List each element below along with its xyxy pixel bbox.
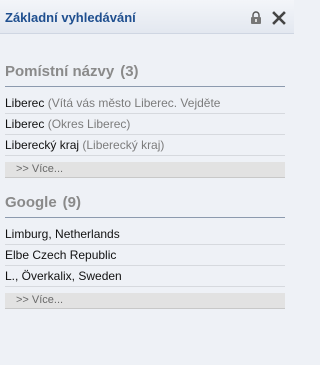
- result-name: Elbe Czech Republic: [5, 248, 117, 262]
- result-detail: (Vítá vás město Liberec. Vejděte: [47, 96, 221, 110]
- lock-icon[interactable]: [250, 11, 262, 24]
- section-title: Google: [5, 194, 57, 211]
- result-item[interactable]: Elbe Czech Republic: [5, 245, 285, 266]
- result-name: L., Överkalix, Sweden: [5, 269, 122, 283]
- more-button-pomistni-nazvy[interactable]: >> Více...: [5, 162, 285, 178]
- result-name: Liberec: [5, 96, 45, 110]
- section-heading-google: Google (9): [5, 194, 285, 218]
- result-detail: (Okres Liberec): [47, 117, 131, 131]
- result-item[interactable]: Limburg, Netherlands: [5, 224, 285, 245]
- result-name: Liberec: [5, 117, 45, 131]
- panel-title: Základní vyhledávání: [5, 10, 136, 25]
- result-name: Limburg, Netherlands: [5, 227, 120, 241]
- result-list-pomistni-nazvy: Liberec (Vítá vás město Liberec. Vejděte…: [5, 93, 285, 156]
- section-title: Pomístní názvy: [5, 63, 115, 80]
- section-count: (9): [62, 194, 82, 211]
- section-count: (3): [120, 63, 139, 80]
- more-button-google[interactable]: >> Více...: [5, 293, 285, 309]
- result-item[interactable]: Liberec (Okres Liberec): [5, 114, 285, 135]
- section-heading-pomistni-nazvy: Pomístní názvy (3): [5, 63, 285, 87]
- result-item[interactable]: Liberecký kraj (Liberecký kraj): [5, 135, 285, 156]
- close-icon[interactable]: [272, 11, 286, 25]
- panel-titlebar: Základní vyhledávání: [0, 0, 294, 34]
- search-panel: Základní vyhledávání Pomístní názvy (3) L…: [0, 0, 294, 365]
- result-name: Liberecký kraj: [5, 138, 80, 152]
- result-detail: (Liberecký kraj): [82, 138, 165, 152]
- result-item[interactable]: Liberec (Vítá vás město Liberec. Vejděte: [5, 93, 285, 114]
- result-item[interactable]: L., Överkalix, Sweden: [5, 266, 285, 287]
- result-list-google: Limburg, Netherlands Elbe Czech Republic…: [5, 224, 285, 287]
